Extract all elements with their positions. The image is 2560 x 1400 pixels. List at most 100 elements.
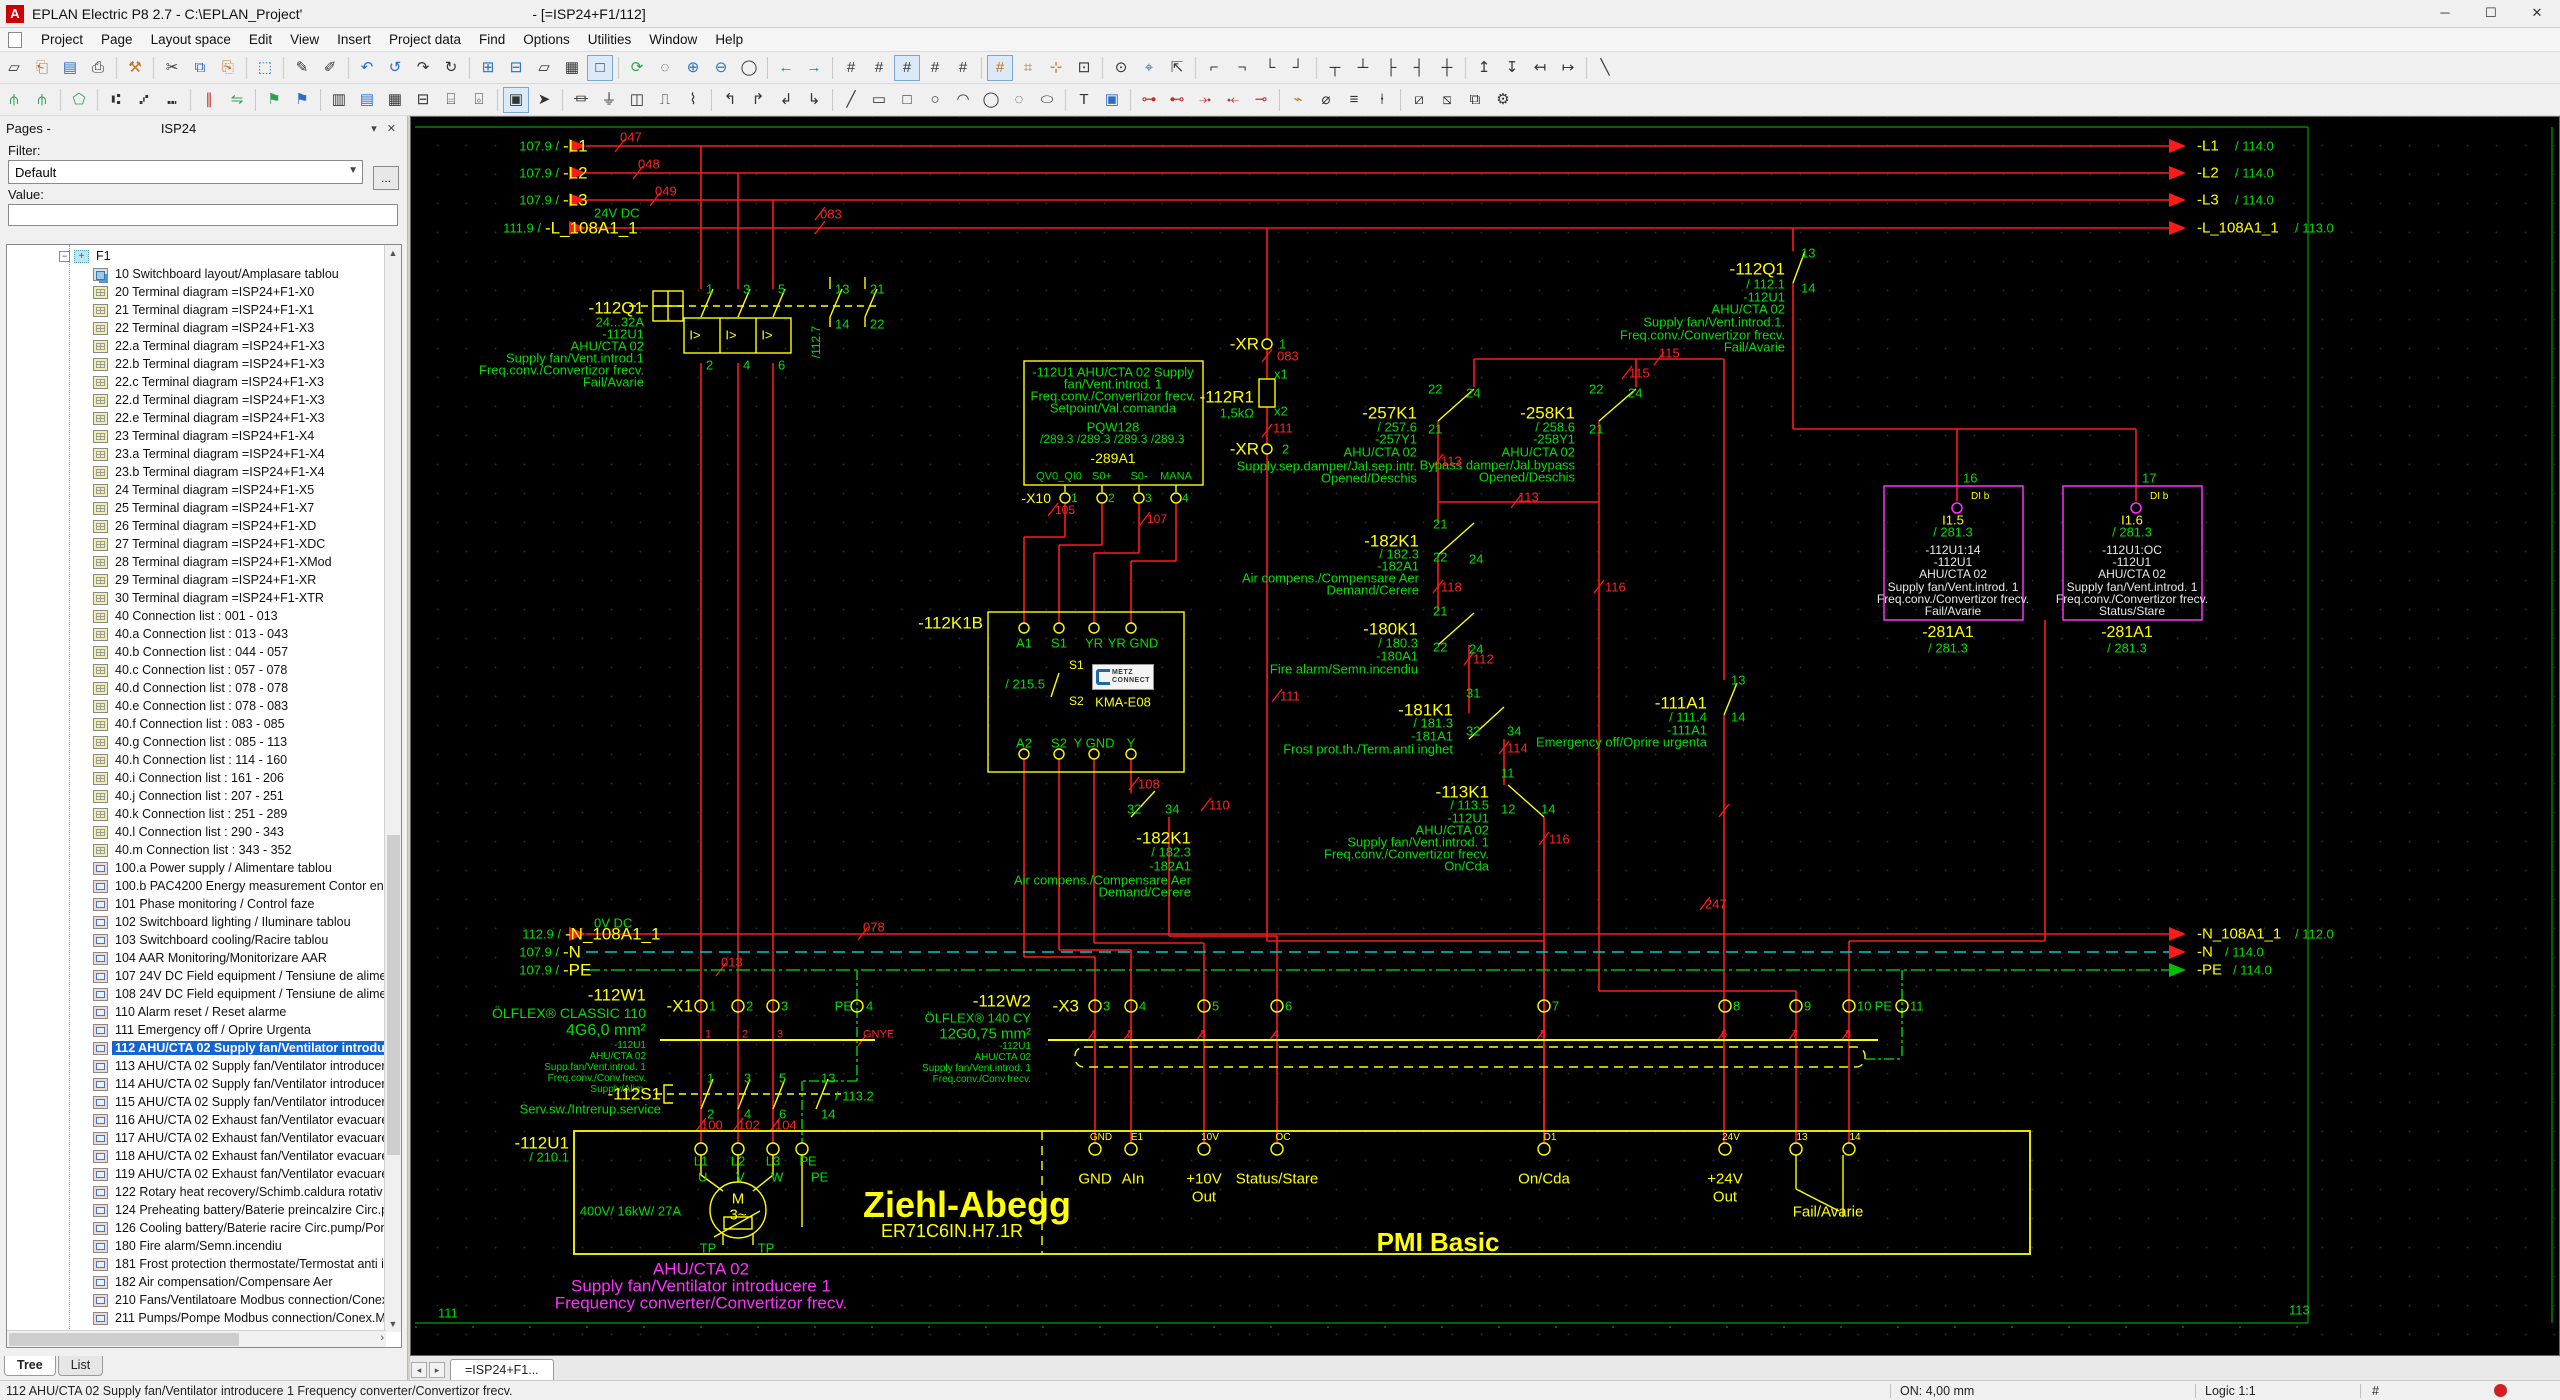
- macro-box-icon[interactable]: ⧄: [1406, 87, 1432, 113]
- marquee-icon[interactable]: ⬚: [252, 55, 278, 81]
- tree-item-40[interactable]: 40 Connection list : 001 - 013: [7, 607, 385, 625]
- panel-dock-arrow-icon[interactable]: ▾: [366, 122, 382, 135]
- menu-window[interactable]: Window: [640, 32, 706, 47]
- angle-up-right-icon[interactable]: ↱: [745, 87, 771, 113]
- tree-collapse-icon[interactable]: ⫛: [1, 87, 27, 113]
- tree-item-28[interactable]: 28 Terminal diagram =ISP24+F1-XMod: [7, 553, 385, 571]
- coil-symbol-icon[interactable]: ⎍: [652, 87, 678, 113]
- grid-a-icon[interactable]: #: [866, 55, 892, 81]
- workspace-icon[interactable]: □: [587, 54, 613, 81]
- check-project-icon[interactable]: ⚑: [261, 87, 287, 113]
- menu-view[interactable]: View: [281, 32, 328, 47]
- tab-nav-right-icon[interactable]: ▸: [429, 1362, 445, 1378]
- undo-icon[interactable]: ↶: [354, 55, 380, 81]
- grid-off-icon[interactable]: #: [838, 55, 864, 81]
- menu-project-data[interactable]: Project data: [380, 32, 470, 47]
- grid-d-icon[interactable]: #: [950, 55, 976, 81]
- menu-find[interactable]: Find: [470, 32, 514, 47]
- origin-icon[interactable]: ⌖: [1136, 55, 1162, 81]
- zoom-page-icon[interactable]: ◯: [736, 55, 762, 81]
- tree-item-40.a[interactable]: 40.a Connection list : 013 - 043: [7, 625, 385, 643]
- page-macro-icon[interactable]: ⧉: [1462, 87, 1488, 113]
- angle-down-right-icon[interactable]: ↳: [801, 87, 827, 113]
- corner-ll-icon[interactable]: └: [1257, 55, 1283, 81]
- number-wires-icon[interactable]: ⑉: [159, 87, 185, 113]
- minimize-button[interactable]: ─: [2422, 0, 2468, 28]
- sync-project-icon[interactable]: ⇋: [224, 87, 250, 113]
- new-window-icon[interactable]: ⊞: [475, 55, 501, 81]
- tree-item-10[interactable]: 10 Switchboard layout/Amplasare tablou: [7, 265, 385, 283]
- tree-item-113[interactable]: 113 AHU/CTA 02 Supply fan/Ventilator int…: [7, 1057, 385, 1075]
- page-properties-icon[interactable]: ▤: [57, 55, 83, 81]
- tree-item-22.b[interactable]: 22.b Terminal diagram =ISP24+F1-X3: [7, 355, 385, 373]
- tree-item-110[interactable]: 110 Alarm reset / Reset alarme: [7, 1003, 385, 1021]
- device-list-icon[interactable]: ▥: [326, 87, 352, 113]
- scroll-thumb[interactable]: [9, 1333, 239, 1346]
- corner-ul-icon[interactable]: ⌐: [1201, 55, 1227, 81]
- scroll-thumb[interactable]: [387, 835, 400, 1155]
- tree-item-26[interactable]: 26 Terminal diagram =ISP24+F1-XD: [7, 517, 385, 535]
- tree-item-40.c[interactable]: 40.c Connection list : 057 - 078: [7, 661, 385, 679]
- tree-item-40.b[interactable]: 40.b Connection list : 044 - 057: [7, 643, 385, 661]
- corner-lr-icon[interactable]: ┘: [1285, 55, 1311, 81]
- arrow-down-symbol-icon[interactable]: ↧: [1499, 55, 1525, 81]
- value-input[interactable]: [8, 204, 398, 226]
- tree-item-126[interactable]: 126 Cooling battery/Baterie racire Circ.…: [7, 1219, 385, 1237]
- angle-up-left-icon[interactable]: ↰: [717, 87, 743, 113]
- tree-item-40.d[interactable]: 40.d Connection list : 078 - 078: [7, 679, 385, 697]
- menu-edit[interactable]: Edit: [240, 32, 281, 47]
- draw-square-icon[interactable]: □: [894, 87, 920, 113]
- t-node-up-icon[interactable]: ┴: [1350, 55, 1376, 81]
- draw-arc-icon[interactable]: ◠: [950, 87, 976, 113]
- zoom-in-icon[interactable]: ⊕: [680, 55, 706, 81]
- scroll-right-icon[interactable]: ›: [380, 1332, 384, 1344]
- tree-item-181[interactable]: 181 Frost protection thermostate/Termost…: [7, 1255, 385, 1273]
- tree-item-23.a[interactable]: 23.a Terminal diagram =ISP24+F1-X4: [7, 445, 385, 463]
- ground-symbol-icon[interactable]: ⏚: [596, 87, 622, 113]
- terminal-strip-icon[interactable]: ⌸: [438, 87, 464, 113]
- tree-item-22.e[interactable]: 22.e Terminal diagram =ISP24+F1-X3: [7, 409, 385, 427]
- contact-symbol-icon[interactable]: ◫: [624, 87, 650, 113]
- tree-item-22.d[interactable]: 22.d Terminal diagram =ISP24+F1-X3: [7, 391, 385, 409]
- tree-item-101[interactable]: 101 Phase monitoring / Control faze: [7, 895, 385, 913]
- forward-icon[interactable]: →: [801, 55, 827, 81]
- tree-item-117[interactable]: 117 AHU/CTA 02 Exhaust fan/Ventilator ev…: [7, 1129, 385, 1147]
- grid-b-icon[interactable]: #: [894, 54, 920, 81]
- edit-device-icon[interactable]: ▣: [503, 86, 529, 113]
- maximize-button[interactable]: ☐: [2468, 0, 2514, 28]
- back-icon[interactable]: ←: [773, 55, 799, 81]
- compare-projects-icon[interactable]: ∥: [196, 87, 222, 113]
- structure-box-icon[interactable]: ⧅: [1434, 87, 1460, 113]
- arrow-left-symbol-icon[interactable]: ↤: [1527, 55, 1553, 81]
- grid-snap-icon[interactable]: #: [987, 54, 1013, 81]
- arrow-up-symbol-icon[interactable]: ↥: [1471, 55, 1497, 81]
- copy-icon[interactable]: ⧉: [187, 55, 213, 81]
- tree-item-107[interactable]: 107 24V DC Field equipment / Tensiune de…: [7, 967, 385, 985]
- busbar-icon[interactable]: ≡: [1341, 87, 1367, 113]
- arrow-right-symbol-icon[interactable]: ↦: [1555, 55, 1581, 81]
- tree-item-122[interactable]: 122 Rotary heat recovery/Schimb.caldura …: [7, 1183, 385, 1201]
- tree-item-29[interactable]: 29 Terminal diagram =ISP24+F1-XR: [7, 571, 385, 589]
- tree-item-111[interactable]: 111 Emergency off / Oprire Urgenta: [7, 1021, 385, 1039]
- t-node-down-icon[interactable]: ┬: [1322, 55, 1348, 81]
- tab-nav-left-icon[interactable]: ◂: [411, 1362, 427, 1378]
- filter-browse-button[interactable]: ...: [373, 166, 399, 190]
- potential-icon[interactable]: ⤞: [1192, 87, 1218, 113]
- page-tab[interactable]: =ISP24+F1...: [450, 1359, 554, 1380]
- connection-point-icon[interactable]: ⊶: [1136, 87, 1162, 113]
- select-tool-icon[interactable]: ➤: [531, 87, 557, 113]
- tree-collapse-icon[interactable]: −: [59, 250, 70, 262]
- paste-icon[interactable]: ⎘: [215, 55, 241, 81]
- cut-icon[interactable]: ✂: [159, 55, 185, 81]
- grid-c-icon[interactable]: #: [922, 55, 948, 81]
- redo-icon[interactable]: ↷: [410, 55, 436, 81]
- cross-node-icon[interactable]: ┼: [1434, 55, 1460, 81]
- tree-item-40.e[interactable]: 40.e Connection list : 078 - 083: [7, 697, 385, 715]
- panel-close-icon[interactable]: ✕: [382, 122, 401, 135]
- resistor-symbol-icon[interactable]: ⏛: [568, 87, 594, 113]
- new-page-icon[interactable]: ▱: [1, 55, 27, 81]
- draw-spline-icon[interactable]: ◌: [1006, 87, 1032, 113]
- tree-expand-icon[interactable]: ⫛: [29, 87, 55, 113]
- check-settings-icon[interactable]: ⚑: [289, 87, 315, 113]
- tree-item-119[interactable]: 119 AHU/CTA 02 Exhaust fan/Ventilator ev…: [7, 1165, 385, 1183]
